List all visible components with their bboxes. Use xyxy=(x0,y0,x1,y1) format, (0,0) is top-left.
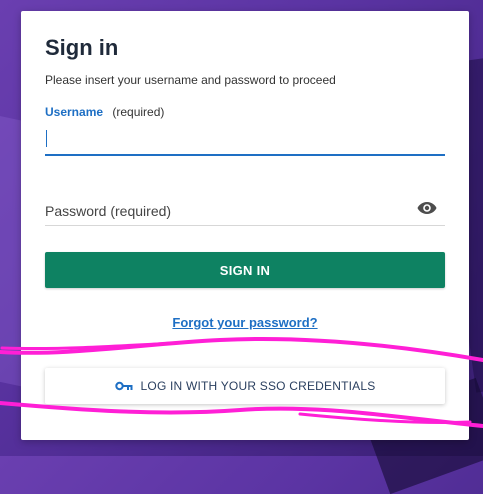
key-icon xyxy=(114,381,133,391)
username-label-row: Username (required) xyxy=(45,105,164,119)
password-input[interactable] xyxy=(45,197,445,226)
signin-button[interactable]: SIGN IN xyxy=(45,252,445,288)
signin-card: Sign in Please insert your username and … xyxy=(21,11,469,440)
sso-button-label: LOG IN WITH YOUR SSO CREDENTIALS xyxy=(140,379,376,393)
username-required-note: (required) xyxy=(112,105,165,119)
forgot-password-link[interactable]: Forgot your password? xyxy=(21,315,469,330)
signin-subtitle: Please insert your username and password… xyxy=(45,73,336,87)
eye-icon[interactable] xyxy=(417,201,437,215)
username-label: Username xyxy=(45,105,104,119)
page-title: Sign in xyxy=(45,35,119,60)
username-input[interactable] xyxy=(45,126,445,156)
text-caret xyxy=(46,130,47,147)
sso-login-button[interactable]: LOG IN WITH YOUR SSO CREDENTIALS xyxy=(45,368,445,404)
